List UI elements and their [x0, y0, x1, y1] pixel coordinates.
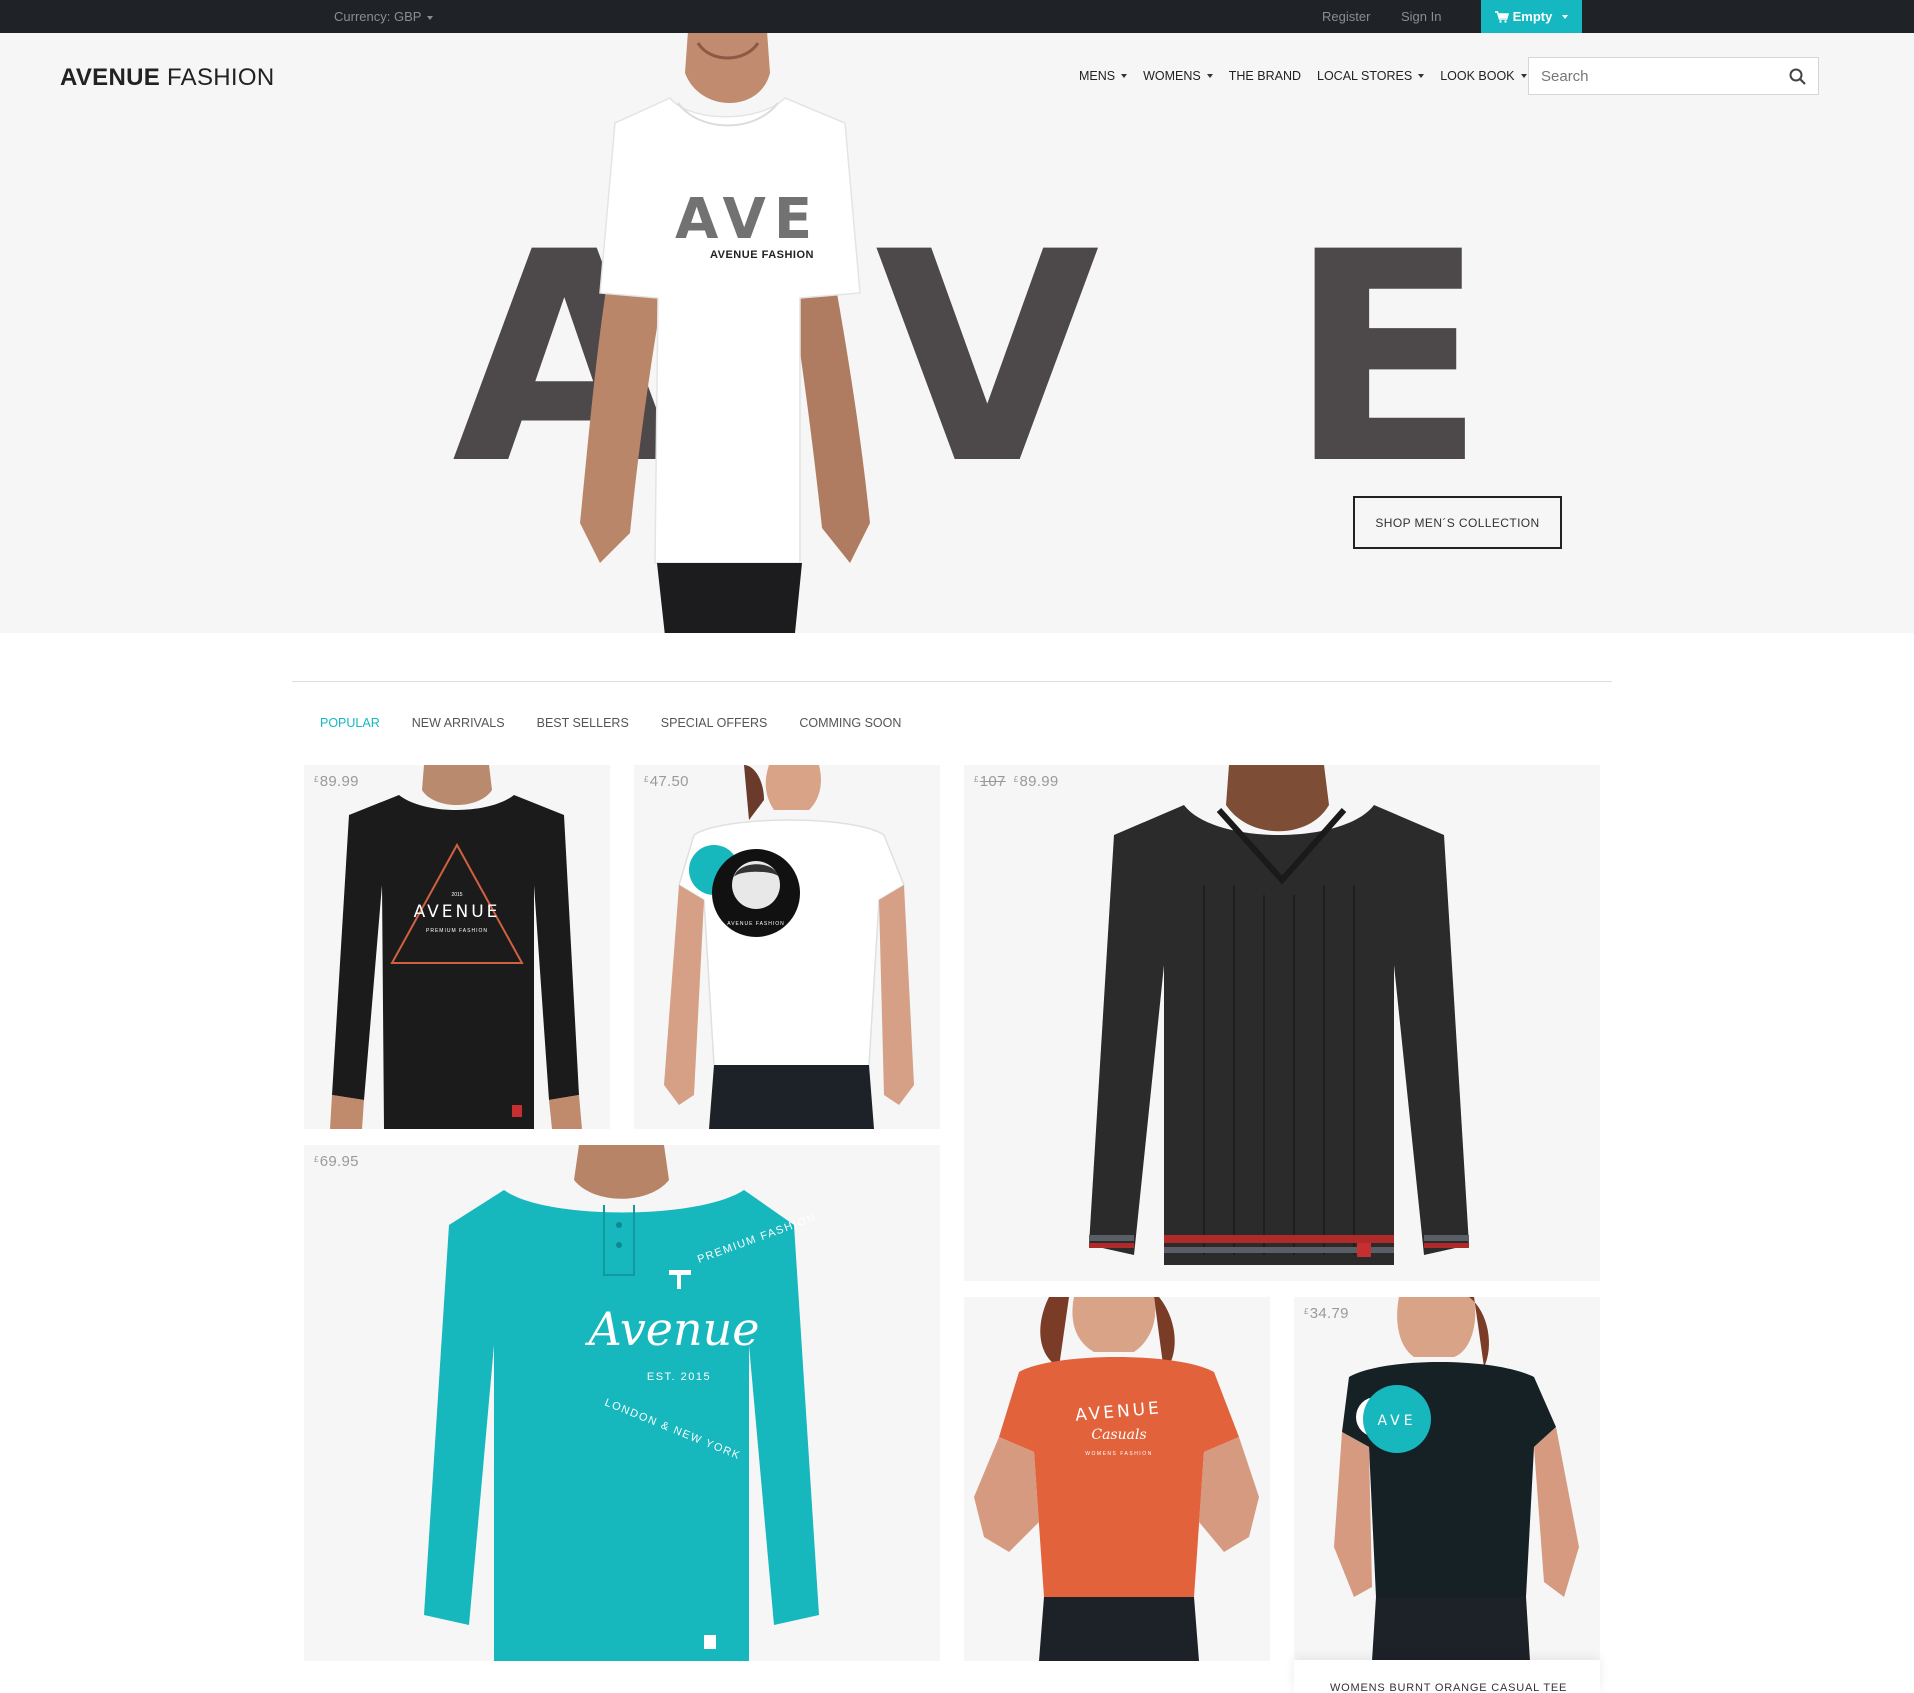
- search-input[interactable]: [1529, 58, 1769, 94]
- print-year: 2015: [451, 892, 462, 898]
- print-text: AVENUE FASHION: [727, 921, 785, 927]
- currency-symbol: £: [1304, 1307, 1309, 1316]
- product-caption: WOMENS BURNT ORANGE CASUAL TEE: [1330, 1682, 1568, 1693]
- product-card[interactable]: AVE £34.79: [1294, 1297, 1600, 1661]
- product-price: £107 £89.99: [974, 773, 1058, 790]
- product-image: 2015 AVENUE PREMIUM FASHION: [330, 765, 582, 1129]
- nav-local-stores[interactable]: LOCAL STORES: [1317, 69, 1425, 83]
- register-link[interactable]: Register: [1322, 9, 1370, 24]
- price-value: 47.50: [649, 773, 689, 790]
- svg-text:AVENUE FASHION: AVENUE FASHION: [710, 249, 814, 261]
- currency-symbol: £: [974, 775, 979, 784]
- product-card[interactable]: 2015 AVENUE PREMIUM FASHION £89.99: [304, 765, 610, 1129]
- cart-button[interactable]: Empty: [1481, 0, 1582, 33]
- tab-best-sellers[interactable]: BEST SELLERS: [537, 716, 629, 730]
- currency-symbol: £: [314, 775, 319, 784]
- site-logo[interactable]: AVENUE FASHION: [60, 64, 274, 92]
- currency-symbol: £: [644, 775, 649, 784]
- chevron-down-icon: [1121, 74, 1128, 78]
- print-casuals: Casuals: [1091, 1427, 1146, 1443]
- product-card[interactable]: PREMIUM FASHION Avenue EST. 2015 LONDON …: [304, 1145, 940, 1661]
- print-avenue: AVENUE: [414, 902, 501, 922]
- currency-symbol: £: [1013, 775, 1019, 784]
- tab-comming-soon[interactable]: COMMING SOON: [799, 716, 901, 730]
- product-caption-panel: WOMENS BURNT ORANGE CASUAL TEE: [1294, 1660, 1600, 1693]
- print-tagline: WOMENS FASHION: [1085, 1451, 1152, 1457]
- product-tabs: POPULAR NEW ARRIVALS BEST SELLERS SPECIA…: [320, 716, 933, 730]
- section-divider: [292, 681, 1612, 682]
- nav-label: LOOK BOOK: [1440, 69, 1515, 83]
- print-subtitle: PREMIUM FASHION: [426, 928, 488, 934]
- hero-model-image: AVE AVENUE FASHION: [580, 33, 870, 633]
- product-card[interactable]: AVENUE Casuals WOMENS FASHION: [964, 1297, 1270, 1661]
- tab-new-arrivals[interactable]: NEW ARRIVALS: [412, 716, 505, 730]
- nav-label: THE BRAND: [1228, 69, 1301, 83]
- top-bar: Currency: GBP Register Sign In Empty: [0, 0, 1914, 33]
- main-nav: MENS WOMENS THE BRAND LOCAL STORES LOOK …: [1079, 69, 1543, 83]
- price-value: 89.99: [1019, 773, 1059, 790]
- chevron-down-icon: [1562, 14, 1569, 19]
- hero-letter-v: V: [875, 191, 1100, 528]
- product-price: £69.95: [314, 1153, 359, 1170]
- product-price: £89.99: [314, 773, 359, 790]
- price-value: 69.95: [319, 1153, 359, 1170]
- svg-text:AVE: AVE: [675, 187, 820, 252]
- sign-in-link[interactable]: Sign In: [1401, 9, 1441, 24]
- chevron-down-icon: [427, 15, 434, 20]
- price-value: 34.79: [1309, 1305, 1349, 1322]
- product-image: PREMIUM FASHION Avenue EST. 2015 LONDON …: [424, 1145, 819, 1661]
- nav-look-book[interactable]: LOOK BOOK: [1440, 69, 1527, 83]
- product-price: £34.79: [1304, 1305, 1349, 1322]
- cart-label: Empty: [1512, 9, 1553, 24]
- product-image: AVENUE Casuals WOMENS FASHION: [974, 1297, 1259, 1661]
- print-ave: AVE: [1377, 1413, 1416, 1429]
- product-image: [1089, 765, 1469, 1265]
- search-box: [1528, 57, 1819, 95]
- nav-womens[interactable]: WOMENS: [1143, 69, 1213, 83]
- logo-light-text: FASHION: [167, 64, 275, 91]
- nav-the-brand[interactable]: THE BRAND: [1229, 69, 1301, 83]
- nav-label: WOMENS: [1143, 69, 1201, 83]
- product-card[interactable]: AVENUE FASHION £47.50: [634, 765, 940, 1129]
- hero-banner: A AVE AVENUE FASHION V E AVENUE FASHION …: [0, 33, 1914, 633]
- shop-mens-collection-button[interactable]: SHOP MEN´S COLLECTION: [1353, 496, 1562, 549]
- currency-label: Currency: GBP: [334, 9, 422, 24]
- tab-special-offers[interactable]: SPECIAL OFFERS: [661, 716, 768, 730]
- print-est: EST. 2015: [647, 1371, 711, 1383]
- nav-mens[interactable]: MENS: [1079, 69, 1128, 83]
- currency-selector[interactable]: Currency: GBP: [334, 9, 434, 24]
- logo-bold-text: AVENUE: [60, 64, 161, 91]
- tab-popular[interactable]: POPULAR: [320, 716, 380, 730]
- old-price-value: 107: [979, 773, 1006, 790]
- search-icon[interactable]: [1789, 68, 1806, 85]
- chevron-down-icon: [1206, 74, 1213, 78]
- currency-symbol: £: [314, 1155, 319, 1164]
- cart-icon: [1494, 10, 1509, 23]
- print-avenue: Avenue: [584, 1302, 759, 1356]
- nav-label: MENS: [1079, 69, 1116, 83]
- product-card[interactable]: £107 £89.99: [964, 765, 1600, 1281]
- hero-letter-e: E: [1288, 191, 1487, 528]
- chevron-down-icon: [1418, 74, 1425, 78]
- chevron-down-icon: [1520, 74, 1527, 78]
- product-image: AVE: [1334, 1297, 1579, 1661]
- nav-label: LOCAL STORES: [1317, 69, 1413, 83]
- product-price: £47.50: [644, 773, 689, 790]
- product-image: AVENUE FASHION: [664, 765, 914, 1129]
- price-value: 89.99: [319, 773, 359, 790]
